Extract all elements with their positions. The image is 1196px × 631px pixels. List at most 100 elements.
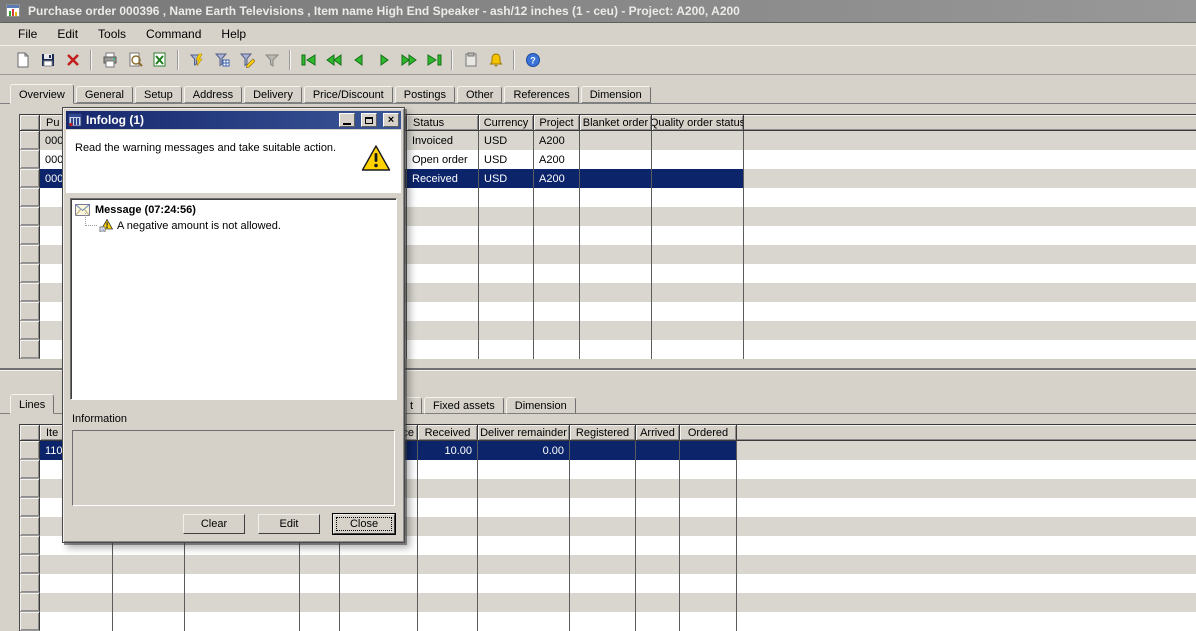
tab-fixed-assets[interactable]: Fixed assets (424, 397, 504, 414)
tab-dimension-lines[interactable]: Dimension (506, 397, 576, 414)
row-selector[interactable] (20, 340, 40, 359)
tab-other[interactable]: Other (457, 86, 503, 103)
minimize-icon[interactable] (339, 113, 355, 127)
clear-button[interactable]: Clear (183, 514, 245, 534)
row-selector[interactable] (20, 593, 40, 612)
window-title: Purchase order 000396 , Name Earth Telev… (28, 4, 740, 18)
row-selector[interactable] (20, 479, 40, 498)
previous-record-icon[interactable] (346, 48, 371, 72)
row-selector[interactable] (20, 612, 40, 631)
table-row[interactable] (20, 555, 1196, 574)
cell-project: A200 (534, 169, 580, 188)
toolbar-separator (177, 50, 179, 70)
cell-arrived (636, 441, 680, 460)
application-window: { "window": { "title": "Purchase order 0… (0, 0, 1196, 631)
tab-delivery[interactable]: Delivery (244, 86, 302, 103)
maximize-icon[interactable] (361, 113, 377, 127)
cell-registered (570, 441, 636, 460)
row-selector[interactable] (20, 302, 40, 321)
previous-group-icon[interactable] (321, 48, 346, 72)
save-icon[interactable] (35, 48, 60, 72)
row-selector[interactable] (20, 498, 40, 517)
row-selector[interactable] (20, 321, 40, 340)
focus-ring (336, 517, 392, 531)
warning-icon (361, 144, 391, 172)
menu-help[interactable]: Help (211, 24, 256, 44)
tab-overview[interactable]: Overview (10, 84, 74, 104)
row-selector[interactable] (20, 188, 40, 207)
col-header-deliver-remainder[interactable]: Deliver remainder (478, 425, 570, 440)
filter-grid-icon[interactable] (209, 48, 234, 72)
filter-remove-icon[interactable] (259, 48, 284, 72)
cell-status: Open order (407, 150, 479, 169)
row-selector[interactable] (20, 283, 40, 302)
filter-edit-icon[interactable] (234, 48, 259, 72)
cell-ordered (680, 441, 737, 460)
table-row[interactable] (20, 612, 1196, 631)
col-header-quality-order-status[interactable]: Quality order status (652, 115, 744, 130)
row-selector[interactable] (20, 555, 40, 574)
next-group-icon[interactable] (396, 48, 421, 72)
col-header-currency[interactable]: Currency (479, 115, 534, 130)
row-selector[interactable] (20, 131, 40, 150)
print-preview-icon[interactable] (122, 48, 147, 72)
tab-fragment[interactable]: t (405, 397, 422, 414)
col-header-project[interactable]: Project (534, 115, 580, 130)
col-header-registered[interactable]: Registered (570, 425, 636, 440)
row-selector[interactable] (20, 245, 40, 264)
table-row[interactable] (20, 574, 1196, 593)
tab-setup[interactable]: Setup (135, 86, 182, 103)
export-excel-icon[interactable] (147, 48, 172, 72)
row-selector[interactable] (20, 460, 40, 479)
menu-edit[interactable]: Edit (47, 24, 88, 44)
edit-button[interactable]: Edit (258, 514, 320, 534)
menu-tools[interactable]: Tools (88, 24, 136, 44)
row-selector[interactable] (20, 517, 40, 536)
infolog-buttons: Clear Edit Close (183, 514, 395, 534)
tree-warning-item[interactable]: a A negative amount is not allowed. (85, 219, 392, 232)
row-selector[interactable] (20, 207, 40, 226)
col-header-arrived[interactable]: Arrived (636, 425, 680, 440)
row-selector[interactable] (20, 169, 40, 188)
row-selector[interactable] (20, 150, 40, 169)
tab-lines[interactable]: Lines (10, 394, 54, 414)
tab-price-discount[interactable]: Price/Discount (304, 86, 393, 103)
tab-postings[interactable]: Postings (395, 86, 455, 103)
tree-root-item[interactable]: Message (07:24:56) (75, 204, 392, 216)
col-header-blanket-order[interactable]: Blanket order (580, 115, 652, 130)
close-icon[interactable]: × (383, 113, 399, 127)
document-handling-icon[interactable] (458, 48, 483, 72)
tab-dimension[interactable]: Dimension (581, 86, 651, 103)
cell-status: Received (407, 169, 479, 188)
infolog-titlebar[interactable]: Infolog (1) × (66, 111, 401, 129)
filter-advanced-icon[interactable] (184, 48, 209, 72)
delete-icon[interactable] (60, 48, 85, 72)
table-row[interactable] (20, 593, 1196, 612)
alert-icon[interactable] (483, 48, 508, 72)
cell-blanket-order (580, 169, 652, 188)
first-record-icon[interactable] (296, 48, 321, 72)
menu-file[interactable]: File (8, 24, 47, 44)
select-all-header[interactable] (20, 115, 40, 130)
row-selector[interactable] (20, 574, 40, 593)
row-selector[interactable] (20, 264, 40, 283)
tree-root-label: Message (07:24:56) (95, 204, 196, 216)
tab-references[interactable]: References (504, 86, 578, 103)
close-button[interactable]: Close (333, 514, 395, 534)
new-icon[interactable] (10, 48, 35, 72)
information-box (72, 430, 395, 506)
select-all-header[interactable] (20, 425, 40, 440)
help-icon[interactable]: ? (520, 48, 545, 72)
tab-address[interactable]: Address (184, 86, 242, 103)
menu-command[interactable]: Command (136, 24, 211, 44)
row-selector[interactable] (20, 536, 40, 555)
col-header-status[interactable]: Status (407, 115, 479, 130)
row-selector[interactable] (20, 441, 40, 460)
next-record-icon[interactable] (371, 48, 396, 72)
row-selector[interactable] (20, 226, 40, 245)
tab-general[interactable]: General (76, 86, 133, 103)
col-header-ordered[interactable]: Ordered (680, 425, 737, 440)
last-record-icon[interactable] (421, 48, 446, 72)
col-header-received[interactable]: Received (418, 425, 478, 440)
print-icon[interactable] (97, 48, 122, 72)
